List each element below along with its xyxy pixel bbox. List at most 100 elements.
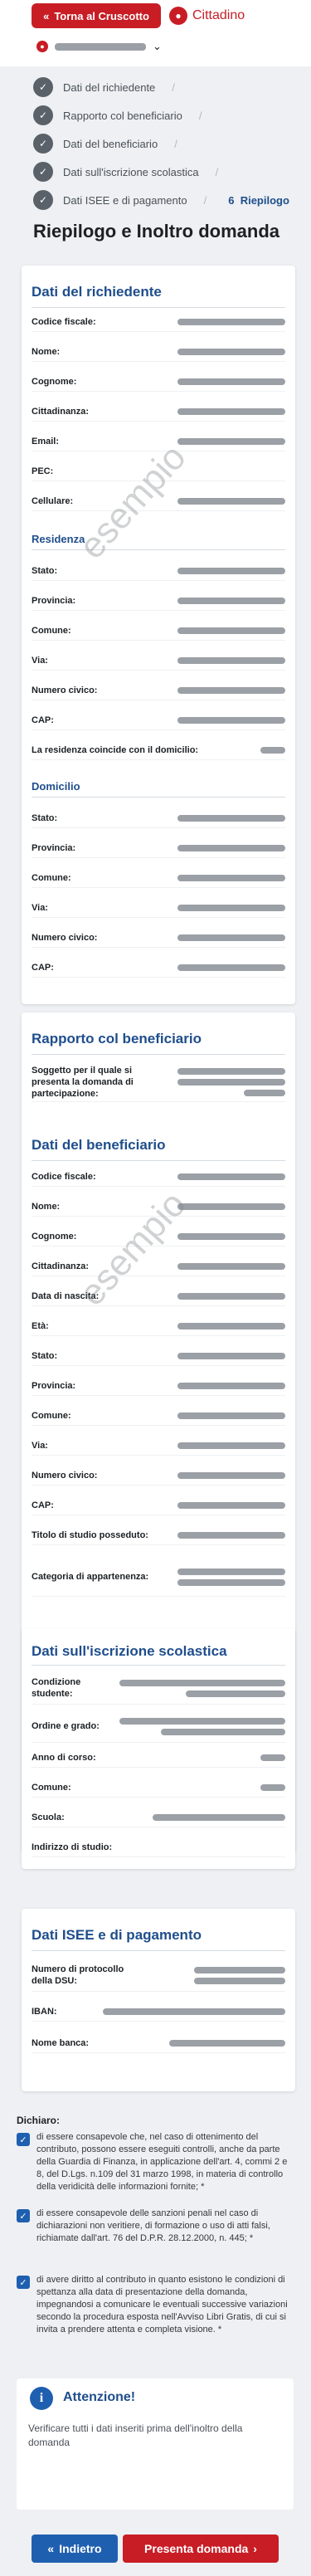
field-label: Indirizzo di studio:: [32, 1842, 113, 1852]
step-label: Dati sull'iscrizione scolastica: [63, 165, 199, 178]
redacted-value: [177, 319, 285, 325]
redacted-value: [244, 1090, 285, 1096]
field-label: CAP:: [32, 963, 54, 973]
field-row: Soggetto per il quale si presenta la dom…: [32, 1062, 285, 1102]
redacted-value: [177, 498, 285, 505]
separator: /: [198, 109, 202, 122]
field-label: Comune:: [32, 626, 71, 636]
redacted-value: [177, 1383, 285, 1389]
field-label: Titolo di studio posseduto:: [32, 1530, 148, 1540]
field-label: Stato:: [32, 813, 58, 823]
field-label: Cittadinanza:: [32, 407, 90, 417]
field-row: Codice fiscale:: [32, 1167, 285, 1187]
field-label: Comune:: [32, 1783, 71, 1793]
field-label: Provincia:: [32, 1381, 76, 1391]
current-step: 6 Riepilogo: [228, 194, 289, 207]
redacted-value: [177, 1173, 285, 1180]
divider: [32, 1950, 285, 1951]
role-label: Cittadino: [192, 8, 245, 22]
redacted-value: [177, 1502, 285, 1509]
separator: /: [215, 165, 219, 178]
redacted-value: [177, 1568, 285, 1575]
field-row: Via:: [32, 898, 285, 918]
current-step-number: 6: [228, 193, 235, 207]
checkbox-checked[interactable]: ✓: [17, 2209, 30, 2222]
field-row: Via:: [32, 651, 285, 671]
redacted-value: [186, 1690, 285, 1697]
back-button[interactable]: « Indietro: [32, 2535, 118, 2563]
field-row: Comune:: [32, 868, 285, 888]
field-row: Provincia:: [32, 591, 285, 611]
redacted-value: [177, 875, 285, 881]
field-row: Comune:: [32, 621, 285, 641]
step-1: ✓ Dati del richiedente /: [33, 73, 299, 101]
field-row: Condizione studente:: [32, 1671, 285, 1705]
step-3: ✓ Dati del beneficiario /: [33, 129, 299, 158]
redacted-value: [119, 1717, 285, 1725]
field-row: La residenza coincide con il domicilio:: [32, 740, 285, 760]
field-label: Numero civico:: [32, 933, 98, 943]
divider: [32, 1160, 285, 1161]
field-label: Stato:: [32, 1351, 58, 1361]
field-label: Scuola:: [32, 1812, 65, 1822]
field-row: CAP:: [32, 958, 285, 978]
field-label: Email:: [32, 437, 60, 446]
redacted-value: [260, 747, 285, 754]
section-title: Dati del beneficiario: [32, 1137, 166, 1153]
subsection-title: Domicilio: [32, 780, 80, 793]
divider: [32, 549, 285, 550]
redacted-value: [177, 408, 285, 415]
field-label: Numero civico:: [32, 685, 98, 695]
back-button-label: Indietro: [59, 2542, 102, 2555]
field-row: Scuola:: [32, 1808, 285, 1827]
declaration-text: di essere consapevole delle sanzioni pen…: [36, 2208, 270, 2243]
progress-stepper: ✓ Dati del richiedente / ✓ Rapporto col ben…: [33, 73, 299, 214]
footer-actions: « Indietro Presenta domanda ›: [0, 2528, 311, 2576]
redacted-value: [194, 1966, 285, 1973]
redacted-value: [169, 2040, 285, 2047]
double-chevron-left-icon: «: [47, 2542, 55, 2555]
field-label: Nome banca:: [32, 2038, 90, 2048]
submit-application-button[interactable]: Presenta domanda ›: [123, 2535, 279, 2563]
redacted-value: [177, 1442, 285, 1449]
field-label: CAP:: [32, 715, 54, 725]
declaration-item[interactable]: ✓ di avere diritto al contributo in quan…: [17, 2274, 290, 2336]
redacted-value: [177, 905, 285, 911]
separator: /: [172, 80, 175, 94]
declarations-title: Dichiaro:: [17, 2115, 61, 2126]
checkbox-checked[interactable]: ✓: [17, 2276, 30, 2289]
step-4: ✓ Dati sull'iscrizione scolastica /: [33, 158, 299, 186]
user-menu[interactable]: ● ⌄: [36, 40, 162, 53]
check-icon: ✓: [33, 134, 53, 154]
back-to-dashboard-button[interactable]: « Torna al Cruscotto: [32, 3, 161, 28]
redacted-value: [260, 1754, 285, 1761]
field-row: Nome:: [32, 342, 285, 362]
field-row: Provincia:: [32, 838, 285, 858]
separator: /: [203, 193, 207, 207]
double-chevron-left-icon: «: [43, 9, 50, 22]
declaration-item[interactable]: ✓ di essere consapevole che, nel caso di…: [17, 2131, 290, 2193]
divider: [32, 797, 285, 798]
redacted-value: [119, 1679, 285, 1686]
checkbox-checked[interactable]: ✓: [17, 2133, 30, 2146]
field-label: Provincia:: [32, 596, 76, 606]
declaration-item[interactable]: ✓ di essere consapevole delle sanzioni p…: [17, 2208, 290, 2245]
declaration-text: di avere diritto al contributo in quanto…: [36, 2275, 288, 2334]
card-richiedente: Dati del richiedente Codice fiscale: Nom…: [22, 266, 295, 1004]
field-label: Provincia:: [32, 843, 76, 853]
redacted-value: [177, 378, 285, 385]
separator: /: [174, 137, 177, 150]
redacted-value: [161, 1728, 285, 1735]
user-icon: ●: [169, 7, 187, 25]
redacted-value: [177, 598, 285, 604]
step-label: Dati del beneficiario: [63, 137, 158, 150]
field-row: Numero civico:: [32, 928, 285, 948]
redacted-value: [177, 1472, 285, 1479]
step-label: Dati del richiedente: [63, 80, 156, 94]
field-row: Anno di corso:: [32, 1748, 285, 1768]
field-row: Età:: [32, 1316, 285, 1336]
field-row: Cittadinanza:: [32, 1256, 285, 1276]
field-label: Numero di protocollo della DSU:: [32, 1964, 124, 1986]
field-row: Comune:: [32, 1406, 285, 1426]
divider: [32, 1665, 285, 1666]
